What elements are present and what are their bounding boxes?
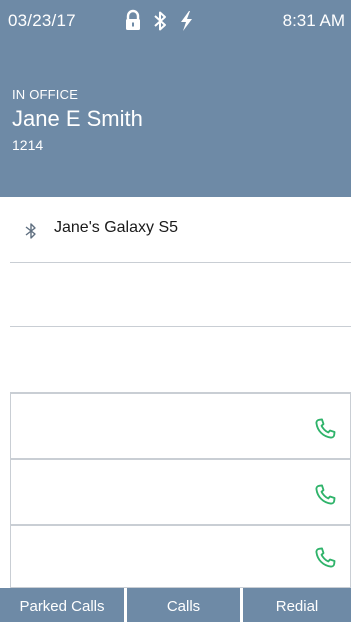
bolt-icon	[181, 11, 192, 31]
presence-status: IN OFFICE	[12, 87, 79, 102]
line-list: Jane's Galaxy S5	[0, 197, 351, 588]
phone-icon[interactable]	[312, 482, 338, 508]
line-row[interactable]	[10, 393, 351, 459]
line-row[interactable]	[10, 459, 351, 525]
bluetooth-icon	[154, 11, 166, 31]
bluetooth-device-name: Jane's Galaxy S5	[54, 219, 179, 236]
redial-softkey[interactable]: Redial	[243, 588, 351, 622]
bluetooth-icon	[25, 223, 36, 239]
user-extension: 1214	[12, 137, 44, 153]
phone-icon[interactable]	[312, 416, 338, 442]
status-date: 03/23/17	[8, 11, 76, 30]
line-row[interactable]	[10, 525, 351, 588]
lock-icon	[126, 9, 140, 30]
line-row-bluetooth-device[interactable]: Jane's Galaxy S5	[10, 197, 351, 263]
line-row[interactable]	[10, 327, 351, 393]
status-time: 8:31 AM	[282, 11, 345, 30]
phone-icon[interactable]	[312, 545, 338, 571]
softkey-bar: Parked Calls Calls Redial	[0, 588, 351, 622]
user-header: IN OFFICE Jane E Smith 1214	[0, 44, 351, 197]
parked-calls-softkey[interactable]: Parked Calls	[0, 588, 124, 622]
user-name: Jane E Smith	[12, 106, 143, 131]
calls-softkey[interactable]: Calls	[127, 588, 240, 622]
status-bar: 03/23/17 8:31 AM	[0, 0, 351, 44]
line-row[interactable]	[10, 263, 351, 327]
